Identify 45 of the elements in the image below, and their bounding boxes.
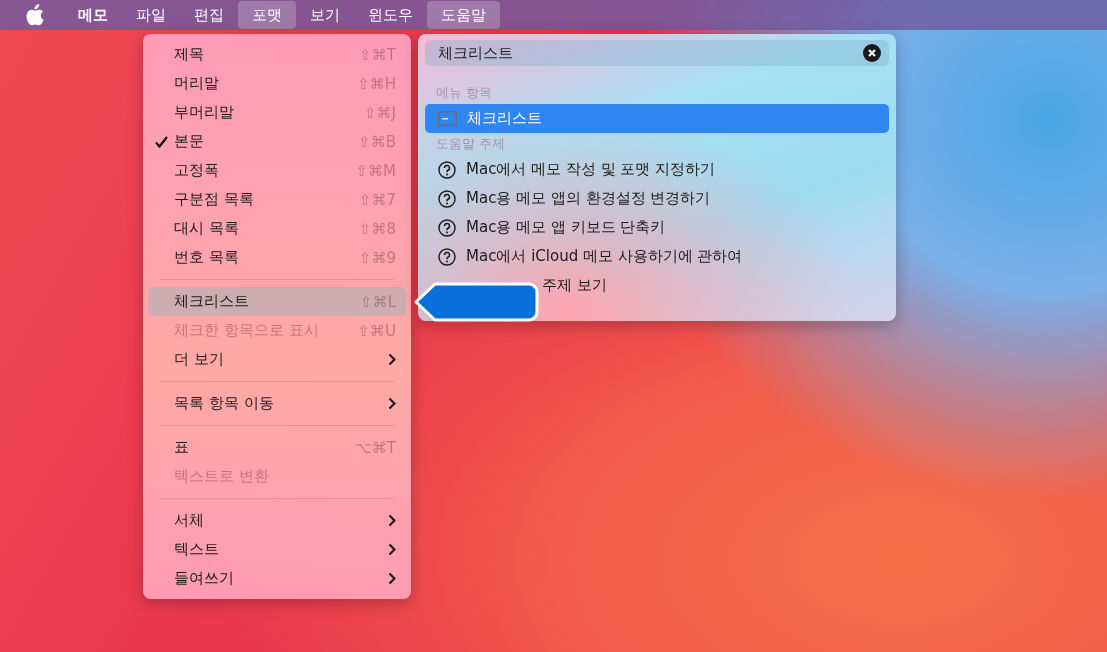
menu-bar-item[interactable]: 보기 xyxy=(296,1,354,29)
menu-item-result[interactable]: 체크리스트 xyxy=(425,104,889,133)
question-mark-icon xyxy=(438,218,456,237)
menu-bar-item[interactable]: 도움말 xyxy=(427,1,500,29)
keyboard-shortcut: ⇧⌘U xyxy=(357,321,396,340)
menu-bar-item[interactable]: 파일 xyxy=(122,1,180,29)
menu-item[interactable]: 번호 목록 ⇧⌘9 xyxy=(148,243,406,272)
menu-item[interactable]: 부머리말 ⇧⌘J xyxy=(148,98,406,127)
question-mark-icon xyxy=(438,247,456,266)
section-heading: 메뉴 항목 xyxy=(435,84,494,102)
keyboard-shortcut: ⇧⌘H xyxy=(357,74,396,93)
help-topic[interactable]: Mac용 메모 앱의 환경설정 변경하기 xyxy=(425,184,889,213)
section-heading: 도움말 주제 xyxy=(435,135,507,153)
menu-item-icon xyxy=(438,111,457,126)
menu-item[interactable]: 들여쓰기 xyxy=(148,564,406,593)
menu-item[interactable]: 서체 xyxy=(148,506,406,535)
menu-item[interactable]: 구분점 목록 ⇧⌘7 xyxy=(148,185,406,214)
menu-item[interactable]: 제목 ⇧⌘T xyxy=(148,40,406,69)
menu-item[interactable]: 더 보기 xyxy=(148,345,406,374)
help-topic[interactable]: Mac에서 메모 작성 및 포맷 지정하기 xyxy=(425,155,889,184)
menu-bar-item[interactable]: 윈도우 xyxy=(354,1,427,29)
menu-item[interactable]: 표 ⌥⌘T xyxy=(148,433,406,462)
keyboard-shortcut: ⌥⌘T xyxy=(354,438,396,457)
menu-bar-item[interactable]: 포맷 xyxy=(238,1,296,29)
menu-item[interactable]: 본문 ⇧⌘B xyxy=(148,127,406,156)
menu-bar-item[interactable]: 편집 xyxy=(180,1,238,29)
keyboard-shortcut: ⇧⌘T xyxy=(359,45,396,64)
help-topic[interactable]: Mac용 메모 앱 키보드 단축키 xyxy=(425,213,889,242)
keyboard-shortcut: ⇧⌘9 xyxy=(358,248,396,267)
menu-item[interactable]: 고정폭 ⇧⌘M xyxy=(148,156,406,185)
keyboard-shortcut: ⇧⌘J xyxy=(364,103,396,122)
keyboard-shortcut: ⇧⌘8 xyxy=(358,219,396,238)
menu-item[interactable]: 텍스트 xyxy=(148,535,406,564)
keyboard-shortcut: ⇧⌘7 xyxy=(358,190,396,209)
question-mark-icon xyxy=(438,189,456,208)
clear-icon[interactable] xyxy=(863,44,881,62)
menu-bar-item[interactable]: 메모 xyxy=(64,1,122,29)
keyboard-shortcut: ⇧⌘M xyxy=(355,161,396,180)
menu-item[interactable]: 대시 목록 ⇧⌘8 xyxy=(148,214,406,243)
help-topic[interactable]: Mac에서 iCloud 메모 사용하기에 관하여 xyxy=(425,242,889,271)
keyboard-shortcut: ⇧⌘B xyxy=(358,132,396,151)
question-mark-icon xyxy=(438,160,456,179)
menu-item[interactable]: 머리말 ⇧⌘H xyxy=(148,69,406,98)
apple-logo-icon[interactable] xyxy=(26,4,46,26)
menu-item[interactable]: 목록 항목 이동 xyxy=(148,389,406,418)
